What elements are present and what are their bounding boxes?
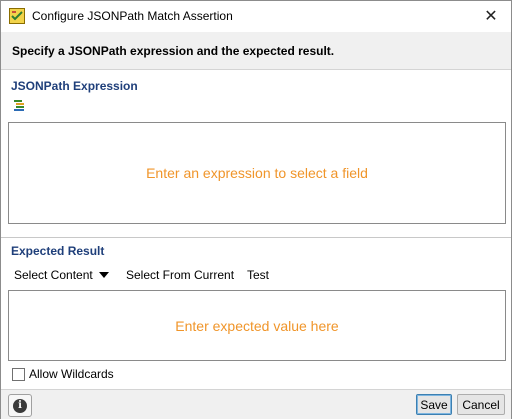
jsonpath-expression-input[interactable]: Enter an expression to select a field bbox=[8, 122, 506, 224]
title-bar[interactable]: Configure JSONPath Match Assertion ✕ bbox=[1, 1, 511, 31]
expression-placeholder: Enter an expression to select a field bbox=[146, 165, 368, 181]
instruction-banner: Specify a JSONPath expression and the ex… bbox=[1, 32, 511, 70]
chevron-down-icon bbox=[98, 272, 109, 278]
expected-placeholder: Enter expected value here bbox=[175, 317, 339, 334]
expected-value-input[interactable]: Enter expected value here bbox=[8, 290, 506, 361]
select-content-dropdown[interactable]: Select Content bbox=[14, 268, 109, 282]
expected-result-label: Expected Result bbox=[11, 244, 105, 258]
select-from-current-button[interactable]: Select From Current bbox=[126, 268, 234, 282]
select-content-label: Select Content bbox=[14, 268, 93, 282]
window-title: Configure JSONPath Match Assertion bbox=[32, 9, 233, 23]
allow-wildcards-checkbox[interactable] bbox=[12, 368, 25, 381]
app-icon bbox=[9, 8, 25, 24]
dialog-footer: i Save Cancel bbox=[1, 389, 511, 419]
save-button[interactable]: Save bbox=[416, 394, 452, 415]
info-icon: i bbox=[13, 398, 27, 413]
instruction-text: Specify a JSONPath expression and the ex… bbox=[12, 44, 335, 58]
info-button[interactable]: i bbox=[8, 394, 32, 417]
select-fields-icon[interactable] bbox=[13, 99, 27, 113]
section-divider bbox=[1, 237, 511, 238]
test-button[interactable]: Test bbox=[247, 268, 269, 282]
jsonpath-expression-label: JSONPath Expression bbox=[11, 79, 138, 93]
close-icon[interactable]: ✕ bbox=[479, 5, 503, 27]
dialog-window: Configure JSONPath Match Assertion ✕ Spe… bbox=[0, 0, 512, 419]
allow-wildcards-label: Allow Wildcards bbox=[29, 367, 114, 381]
cancel-button[interactable]: Cancel bbox=[457, 394, 505, 415]
